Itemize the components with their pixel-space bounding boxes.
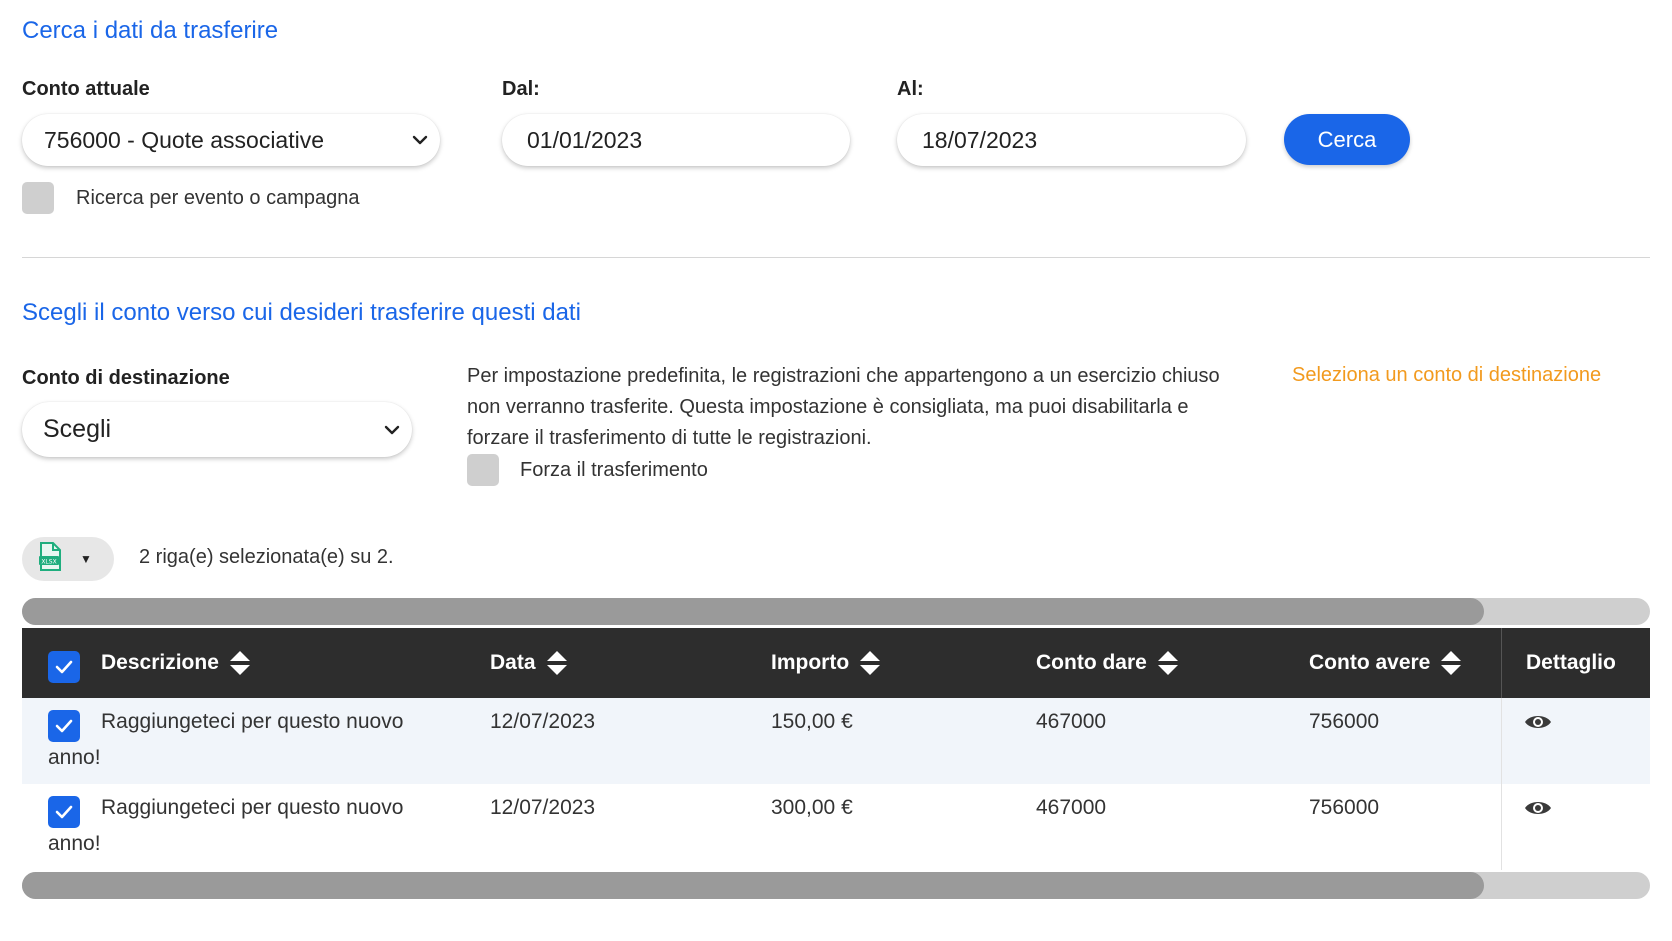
chevron-down-icon [372, 425, 412, 435]
cell-descrizione: Raggiungeteci per questo nuovo anno! [48, 704, 448, 776]
current-account-select[interactable]: 756000 - Quote associative [22, 114, 440, 166]
column-label: Data [490, 651, 536, 674]
search-section-title: Cerca i dati da trasferire [22, 17, 279, 44]
column-label: Descrizione [101, 651, 219, 674]
cell-descrizione: Raggiungeteci per questo nuovo anno! [48, 790, 448, 862]
column-label: Conto dare [1036, 651, 1147, 674]
column-header-data[interactable]: Data [490, 628, 568, 698]
description-line: anno! [48, 746, 101, 769]
xlsx-file-icon: XLSX [38, 541, 62, 577]
column-divider [1501, 698, 1502, 784]
table-row[interactable]: Raggiungeteci per questo nuovo anno! 12/… [22, 784, 1650, 870]
column-header-dettaglio: Dettaglio [1501, 628, 1650, 698]
column-label: Importo [771, 651, 850, 674]
cell-data: 12/07/2023 [490, 796, 596, 819]
destination-account-value: Scegli [43, 415, 112, 443]
section-divider [22, 257, 1650, 258]
column-header-importo[interactable]: Importo [771, 628, 881, 698]
sort-icon[interactable] [229, 650, 251, 676]
event-campaign-checkbox[interactable] [22, 182, 54, 214]
description-line: Raggiungeteci per questo nuovo [101, 796, 404, 819]
table-scrollbar-top[interactable] [22, 598, 1650, 625]
column-header-descrizione[interactable]: Descrizione [101, 628, 251, 698]
destination-account-label: Conto di destinazione [22, 367, 230, 389]
cell-importo: 150,00 € [771, 710, 853, 733]
selection-count: 2 riga(e) selezionata(e) su 2. [139, 546, 394, 568]
table-header: Descrizione Data Importo Conto dare Cont… [22, 628, 1650, 698]
to-date-value: 18/07/2023 [922, 126, 1038, 153]
export-dropdown-button[interactable]: XLSX ▼ [22, 537, 114, 581]
eye-icon[interactable] [1524, 713, 1552, 736]
destination-warning: Seleziona un conto di destinazione [1292, 364, 1602, 386]
sort-icon[interactable] [859, 650, 881, 676]
column-header-conto-dare[interactable]: Conto dare [1036, 628, 1179, 698]
sort-icon[interactable] [1440, 650, 1462, 676]
cell-importo: 300,00 € [771, 796, 853, 819]
from-date-label: Dal: [502, 78, 540, 100]
sort-icon[interactable] [546, 650, 568, 676]
column-label: Conto avere [1309, 651, 1431, 674]
table-row[interactable]: Raggiungeteci per questo nuovo anno! 12/… [22, 698, 1650, 784]
event-campaign-label: Ricerca per evento o campagna [76, 187, 360, 209]
current-account-label: Conto attuale [22, 78, 150, 100]
chevron-down-icon [400, 135, 440, 145]
cell-conto-avere: 756000 [1309, 796, 1380, 819]
scrollbar-thumb[interactable] [22, 872, 1484, 899]
cell-conto-dare: 467000 [1036, 796, 1107, 819]
destination-section-title: Scegli il conto verso cui desideri trasf… [22, 299, 581, 326]
table-scrollbar-bottom[interactable] [22, 872, 1650, 899]
column-label: Dettaglio [1526, 651, 1616, 674]
cell-conto-avere: 756000 [1309, 710, 1380, 733]
cell-conto-dare: 467000 [1036, 710, 1107, 733]
select-all-checkbox[interactable] [48, 651, 80, 683]
eye-icon[interactable] [1524, 799, 1552, 822]
current-account-value: 756000 - Quote associative [44, 126, 325, 153]
caret-down-icon: ▼ [80, 552, 92, 566]
closed-period-info: Per impostazione predefinita, le registr… [467, 365, 1220, 449]
check-icon [55, 660, 73, 674]
description-line: Raggiungeteci per questo nuovo [101, 710, 404, 733]
search-button[interactable]: Cerca [1284, 114, 1410, 165]
from-date-value: 01/01/2023 [527, 126, 643, 153]
svg-text:XLSX: XLSX [41, 558, 56, 565]
to-date-label: Al: [897, 78, 924, 100]
destination-account-select[interactable]: Scegli [22, 402, 412, 457]
to-date-input[interactable]: 18/07/2023 [897, 114, 1246, 166]
scrollbar-thumb[interactable] [22, 598, 1484, 625]
transactions-table: Descrizione Data Importo Conto dare Cont… [22, 628, 1650, 870]
from-date-input[interactable]: 01/01/2023 [502, 114, 850, 166]
force-transfer-checkbox[interactable] [467, 454, 499, 486]
force-transfer-label: Forza il trasferimento [520, 459, 708, 481]
cell-data: 12/07/2023 [490, 710, 596, 733]
sort-icon[interactable] [1157, 650, 1179, 676]
column-header-conto-avere[interactable]: Conto avere [1309, 628, 1462, 698]
column-divider [1501, 784, 1502, 870]
description-line: anno! [48, 832, 101, 855]
